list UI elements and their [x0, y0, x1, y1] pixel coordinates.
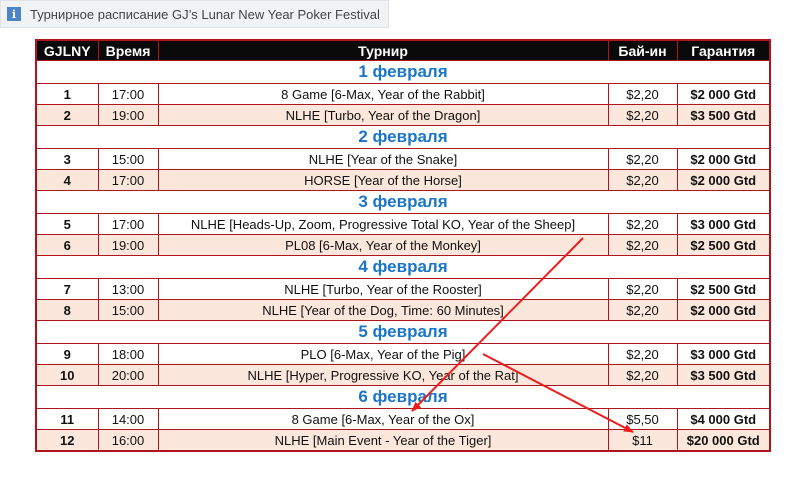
event-buyin: $2,20 — [607, 104, 678, 126]
event-guarantee: $2 500 Gtd — [676, 278, 771, 300]
event-name: NLHE [Main Event - Year of the Tiger] — [157, 429, 609, 452]
info-caption: i Турнирное расписание GJ’s Lunar New Ye… — [0, 0, 389, 28]
event-time: 14:00 — [97, 408, 159, 430]
event-time: 19:00 — [97, 234, 159, 256]
date-row: 1 февраля — [35, 60, 771, 84]
date-row: 6 февраля — [35, 385, 771, 409]
event-buyin: $2,20 — [607, 83, 678, 105]
event-name: NLHE [Year of the Dog, Time: 60 Minutes] — [157, 299, 609, 321]
event-number: 3 — [35, 148, 99, 170]
event-number: 9 — [35, 343, 99, 365]
event-guarantee: $3 000 Gtd — [676, 213, 771, 235]
event-time: 15:00 — [97, 299, 159, 321]
event-buyin: $2,20 — [607, 364, 678, 386]
event-buyin: $2,20 — [607, 148, 678, 170]
header-row: GJLNY Время Турнир Бай-ин Гарантия — [35, 39, 771, 61]
event-guarantee: $4 000 Gtd — [676, 408, 771, 430]
event-name: HORSE [Year of the Horse] — [157, 169, 609, 191]
event-buyin: $5,50 — [607, 408, 678, 430]
table-row: 7 13:00 NLHE [Turbo, Year of the Rooster] $… — [35, 278, 771, 300]
date-label: 6 февраля — [35, 385, 771, 409]
event-buyin: $11 — [607, 429, 678, 452]
header-guarantee: Гарантия — [676, 39, 771, 61]
event-number: 8 — [35, 299, 99, 321]
table-row: 9 18:00 PLO [6-Max, Year of the Pig] $2,20 $… — [35, 343, 771, 365]
event-time: 17:00 — [97, 213, 159, 235]
event-name: NLHE [Turbo, Year of the Dragon] — [157, 104, 609, 126]
table-row: 4 17:00 HORSE [Year of the Horse] $2,20 $2 0… — [35, 169, 771, 191]
event-time: 13:00 — [97, 278, 159, 300]
info-icon: i — [7, 7, 21, 21]
event-number: 10 — [35, 364, 99, 386]
event-name: 8 Game [6-Max, Year of the Rabbit] — [157, 83, 609, 105]
date-row: 3 февраля — [35, 190, 771, 214]
event-buyin: $2,20 — [607, 213, 678, 235]
event-buyin: $2,20 — [607, 234, 678, 256]
event-time: 15:00 — [97, 148, 159, 170]
date-label: 5 февраля — [35, 320, 771, 344]
event-time: 16:00 — [97, 429, 159, 452]
event-time: 18:00 — [97, 343, 159, 365]
date-row: 5 февраля — [35, 320, 771, 344]
table-row: 10 20:00 NLHE [Hyper, Progressive KO, Year… — [35, 364, 771, 386]
event-number: 2 — [35, 104, 99, 126]
caption-text: Турнирное расписание GJ’s Lunar New Year… — [30, 6, 380, 22]
event-buyin: $2,20 — [607, 343, 678, 365]
table-row: 5 17:00 NLHE [Heads-Up, Zoom, Progressive … — [35, 213, 771, 235]
date-row: 2 февраля — [35, 125, 771, 149]
event-guarantee: $3 000 Gtd — [676, 343, 771, 365]
event-guarantee: $2 000 Gtd — [676, 299, 771, 321]
event-buyin: $2,20 — [607, 299, 678, 321]
event-name: 8 Game [6-Max, Year of the Ox] — [157, 408, 609, 430]
event-guarantee: $2 000 Gtd — [676, 169, 771, 191]
event-name: NLHE [Hyper, Progressive KO, Year of the… — [157, 364, 609, 386]
event-name: NLHE [Year of the Snake] — [157, 148, 609, 170]
event-buyin: $2,20 — [607, 169, 678, 191]
header-buyin: Бай-ин — [607, 39, 678, 61]
table-row: 8 15:00 NLHE [Year of the Dog, Time: 60 Mi… — [35, 299, 771, 321]
date-label: 3 февраля — [35, 190, 771, 214]
date-row: 4 февраля — [35, 255, 771, 279]
event-name: NLHE [Heads-Up, Zoom, Progressive Total … — [157, 213, 609, 235]
event-time: 20:00 — [97, 364, 159, 386]
date-label: 2 февраля — [35, 125, 771, 149]
table-row: 1 17:00 8 Game [6-Max, Year of the Rabbit]… — [35, 83, 771, 105]
event-guarantee: $2 000 Gtd — [676, 148, 771, 170]
event-number: 1 — [35, 83, 99, 105]
event-guarantee: $3 500 Gtd — [676, 364, 771, 386]
event-guarantee: $3 500 Gtd — [676, 104, 771, 126]
date-label: 4 февраля — [35, 255, 771, 279]
event-number: 6 — [35, 234, 99, 256]
event-buyin: $2,20 — [607, 278, 678, 300]
event-guarantee: $2 000 Gtd — [676, 83, 771, 105]
header-time: Время — [97, 39, 159, 61]
event-name: PL08 [6-Max, Year of the Monkey] — [157, 234, 609, 256]
table-row: 12 16:00 NLHE [Main Event - Year of the Ti… — [35, 429, 771, 452]
table-row: 6 19:00 PL08 [6-Max, Year of the Monkey] $2… — [35, 234, 771, 256]
date-label: 1 февраля — [35, 60, 771, 84]
event-number: 5 — [35, 213, 99, 235]
header-tournament: Турнир — [157, 39, 609, 61]
event-time: 17:00 — [97, 83, 159, 105]
schedule-table: GJLNY Время Турнир Бай-ин Гарантия 1 фев… — [35, 39, 771, 452]
event-guarantee: $20 000 Gtd — [676, 429, 771, 452]
event-name: NLHE [Turbo, Year of the Rooster] — [157, 278, 609, 300]
table-row: 11 14:00 8 Game [6-Max, Year of the Ox] $5,… — [35, 408, 771, 430]
table-row: 2 19:00 NLHE [Turbo, Year of the Dragon] $2… — [35, 104, 771, 126]
table-row: 3 15:00 NLHE [Year of the Snake] $2,20 $2 00… — [35, 148, 771, 170]
event-number: 12 — [35, 429, 99, 452]
header-gjlny: GJLNY — [35, 39, 99, 61]
event-number: 7 — [35, 278, 99, 300]
event-name: PLO [6-Max, Year of the Pig] — [157, 343, 609, 365]
event-time: 17:00 — [97, 169, 159, 191]
event-guarantee: $2 500 Gtd — [676, 234, 771, 256]
event-number: 4 — [35, 169, 99, 191]
event-time: 19:00 — [97, 104, 159, 126]
event-number: 11 — [35, 408, 99, 430]
